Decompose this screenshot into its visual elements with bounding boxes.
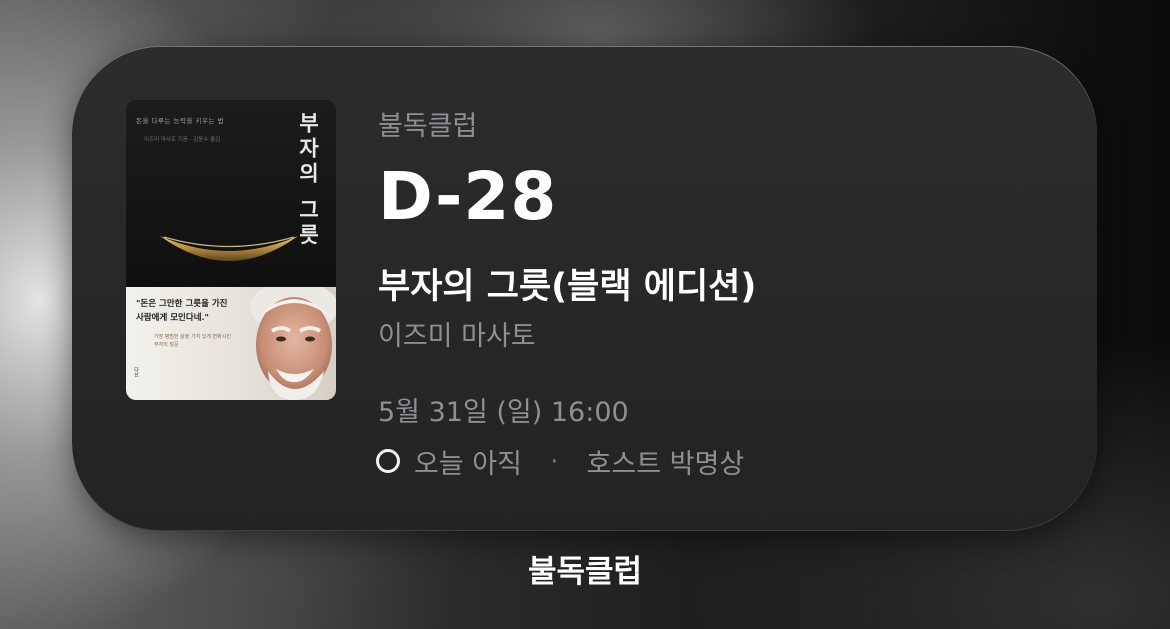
cover-subtitle: 돈을 다루는 능력을 키우는 법 (136, 117, 225, 125)
cover-quote-line2: 사람에게 모인다네." (136, 313, 209, 323)
cover-credits: 이즈미 마사토 지음 · 김윤수 옮김 (144, 137, 221, 143)
cover-tagline-line2: 부자의 질문 (154, 342, 179, 348)
book-cover-image: 돈을 다루는 능력을 키우는 법 이즈미 마사토 지음 · 김윤수 옮김 부자의… (126, 100, 336, 400)
separator-dot: · (549, 445, 559, 477)
gold-bowl-graphic (160, 236, 298, 261)
circle-icon (376, 449, 400, 473)
cover-tagline-line1: 가장 평범한 삶을 가치 있게 변화시킨 (154, 334, 231, 340)
widget-app-label: 불독클럽 (527, 554, 643, 590)
cover-top-panel: 돈을 다루는 능력을 키우는 법 이즈미 마사토 지음 · 김윤수 옮김 부자의… (126, 100, 336, 287)
cover-tagline: 가장 평범한 삶을 가치 있게 변화시킨 부자의 질문 (154, 333, 231, 349)
reading-status: 오늘 아직 (414, 448, 522, 480)
host-name: 호스트 박명상 (586, 448, 745, 480)
cover-bottom-panel: "돈은 그만한 그릇을 가진 사람에게 모인다네." 가장 평범한 삶을 가치 … (126, 287, 336, 400)
countdown-label: D-28 (378, 158, 558, 235)
book-title: 부자의 그릇(블랙 에디션) (378, 267, 757, 307)
author-portrait (250, 287, 336, 400)
book-club-widget[interactable]: 돈을 다루는 능력을 키우는 법 이즈미 마사토 지음 · 김윤수 옮김 부자의… (72, 46, 1097, 531)
cover-quote: "돈은 그만한 그릇을 가진 사람에게 모인다네." (136, 297, 228, 325)
meeting-datetime: 5월 31일 (일) 16:00 (378, 397, 629, 428)
status-row: 오늘 아직 · 호스트 박명상 (376, 441, 744, 481)
club-name: 불독클럽 (378, 111, 478, 142)
cover-publisher: 다산 (133, 367, 139, 377)
cover-quote-line1: "돈은 그만한 그릇을 가진 (136, 299, 228, 309)
book-author: 이즈미 마사토 (378, 321, 536, 352)
